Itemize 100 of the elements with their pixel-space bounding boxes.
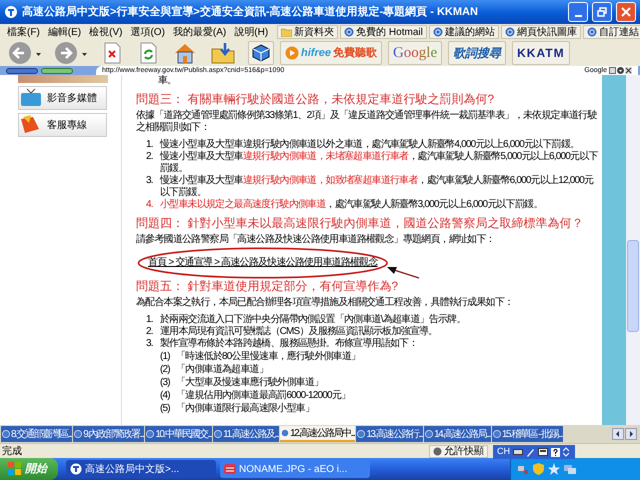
help-icon[interactable] (551, 448, 560, 456)
list-number: (1) (160, 351, 171, 363)
keyboard-icon[interactable] (513, 448, 523, 456)
taskbar-button[interactable]: NONAME.JPG - aEO i... (220, 460, 370, 478)
sidebar-button[interactable]: 影音多媒體 (18, 86, 107, 110)
browser-tab[interactable]: 12.高速公路局中... (280, 426, 356, 442)
dropdown-icon[interactable] (617, 67, 624, 74)
body-text: 依據「道路交通管理處罰條例第33條第1、2項」及「違反道路交通管理事件統一裁罰基準表」，未依規定車道行駛之相關罰則如下： (136, 110, 598, 134)
menu-item[interactable]: 編輯(E) (44, 24, 84, 40)
folder-arrow-icon (210, 41, 236, 65)
list-item: 「內側車道為超車道」 (176, 364, 268, 376)
browser-tab[interactable]: 8.交通部臺灣區... (1, 426, 72, 442)
site-icon (146, 430, 154, 438)
options-icon[interactable] (563, 447, 569, 457)
link-button[interactable]: 免費的 Hotmail (340, 25, 427, 39)
site-icon (492, 430, 501, 438)
right-arrow-icon (54, 41, 88, 65)
browser-tab[interactable]: 9.內政部警政署... (73, 426, 144, 442)
close-button[interactable] (616, 2, 636, 22)
browser-tab[interactable]: 15.稽華區 - 批踢... (492, 426, 563, 442)
scroll-right-button[interactable] (625, 428, 637, 440)
site-icon (357, 430, 366, 438)
download-button[interactable] (210, 41, 236, 65)
service-button[interactable]: 歌詞搜尋 (448, 41, 506, 65)
globe-icon (344, 27, 354, 37)
service-button[interactable]: KKATM (512, 41, 570, 65)
list-item: 運用本局現有資訊可變標誌（CMS）及服務區資訊顯示板加強宣導。 (160, 326, 438, 338)
list-item: 慢速小型車及大型車違規行駛內側車道，未堵塞超車道行車者，處汽車駕駛人新臺幣5,000元以上6,000元以下罰鍰。 (160, 151, 600, 174)
close-icon[interactable] (625, 67, 632, 74)
globe-icon (432, 27, 443, 37)
list-number: (5) (160, 403, 171, 415)
browser-icon (70, 463, 82, 475)
keyboard-icon[interactable] (538, 448, 548, 456)
link-button[interactable]: 自訂連結 (582, 25, 640, 39)
folder-icon (281, 28, 292, 36)
restore-button[interactable] (592, 2, 612, 22)
menu-item[interactable]: 檢視(V) (86, 24, 126, 40)
star-icon[interactable] (548, 463, 560, 475)
menu-item[interactable]: 選項(O) (127, 24, 168, 40)
list-item: 小型車未以規定之最高速度行駛內側車道，處汽車駕駛人新臺幣3,000元以上6,000元以下罰鍰。 (160, 199, 542, 211)
browser-icon (4, 5, 18, 19)
site-icon (425, 430, 434, 438)
restore-icon (597, 7, 607, 17)
list-item: 製作宣導布條於本路跨越橋、服務區懸掛。布條宣導用語如下： (160, 338, 418, 350)
globe-icon (504, 27, 515, 37)
service-button[interactable]: hifree 免費聽歌 (280, 41, 382, 65)
list-item: 「違規佔用內側車道最高罰6000-12000元」 (176, 390, 350, 402)
sidebar-button[interactable]: 客服專線 (18, 113, 107, 137)
list-number: 2. (146, 151, 154, 164)
language-indicator[interactable]: CH (497, 445, 510, 459)
link-button[interactable]: 網頁快訊圖庫 (500, 25, 581, 39)
menu-item[interactable]: 我的最愛(A) (170, 24, 230, 40)
popup-blocker-button[interactable]: 允許快顯 (429, 444, 488, 458)
question-heading: 問題三： 有關車輛行駛於國道公路，未依規定車道行駛之罰則為何? (136, 92, 496, 106)
link-button[interactable]: 建議的網站 (428, 25, 499, 39)
list-item: 慢速小型車及大型車違規行駛內側車道，如致堵塞超車道行車者，處汽車駕駛人新臺幣6,000元以上12,000元以下罰鍰。 (160, 175, 594, 198)
scroll-left-button[interactable] (612, 428, 624, 440)
cube-icon (252, 44, 270, 62)
site-icon (2, 430, 10, 438)
list-number: 1. (146, 139, 154, 151)
annotation-arrow (386, 265, 420, 279)
browser-tab[interactable]: 10.中華民國交... (145, 426, 212, 442)
forward-button[interactable] (54, 41, 88, 65)
minimize-button[interactable] (568, 2, 588, 22)
list-number: 3. (146, 175, 154, 188)
list-number: (3) (160, 377, 171, 389)
body-text: 為配合本案之執行，本局已配合辦理各項宣導措施及相關交通工程改善，具體執行成果如下： (136, 297, 514, 309)
service-button[interactable]: Google (388, 41, 442, 65)
link-button[interactable]: 新資料夾 (277, 25, 338, 39)
body-text: 車。 (157, 75, 178, 87)
list-number: 3. (146, 338, 154, 350)
scrollbar-thumb[interactable] (627, 240, 639, 332)
list-number: (2) (160, 364, 171, 376)
site-icon (214, 430, 222, 438)
list-item: 「大型車及慢速車應行駛外側車道」 (176, 377, 324, 389)
status-text: 完成 (1, 444, 23, 458)
page-icon[interactable] (609, 67, 616, 74)
browser-tab[interactable]: 14.高速公路局... (424, 426, 491, 442)
close-icon (621, 7, 631, 17)
list-number: 1. (146, 314, 154, 326)
menu-item[interactable]: 檔案(F) (4, 24, 43, 40)
browser-tab[interactable]: 13.高速公路行... (356, 426, 424, 442)
menu-item[interactable]: 說明(H) (231, 24, 272, 40)
browser-tab[interactable]: 11.高速公路及... (213, 426, 280, 442)
address-option-button[interactable] (6, 68, 38, 74)
image-file-icon (224, 463, 236, 475)
question-heading: 問題五： 針對車道使用規定部分，有何宣導作為? (136, 279, 400, 293)
globe-icon (586, 27, 597, 37)
network-icon[interactable] (517, 463, 529, 475)
window-title: 高速公路局中文版>行車安全與宣導>交通安全資訊-高速公路車道使用規定-專題網頁 - KKMAN (22, 4, 479, 20)
back-button[interactable] (8, 41, 42, 65)
list-item: 「內側車道限行最高速限小型車」 (176, 403, 314, 415)
address-option-button[interactable] (41, 68, 73, 74)
site-icon (281, 429, 290, 437)
taskbar-button[interactable]: 高速公路局中文版>... (66, 460, 216, 478)
list-item: 慢速小型車及大型車違規行駛內側車道以外之車道，處汽車駕駛人新臺幣4,000元以上6,000元以下罰鍰。 (160, 139, 580, 150)
scrollbar[interactable] (626, 75, 640, 425)
cube-button[interactable] (248, 41, 274, 65)
body-text: 請參考國道公路警察局「高速公路及快速公路使用車道路權觀念」專題網頁，網址如下： (136, 234, 496, 246)
monitor-icon[interactable] (564, 463, 576, 475)
